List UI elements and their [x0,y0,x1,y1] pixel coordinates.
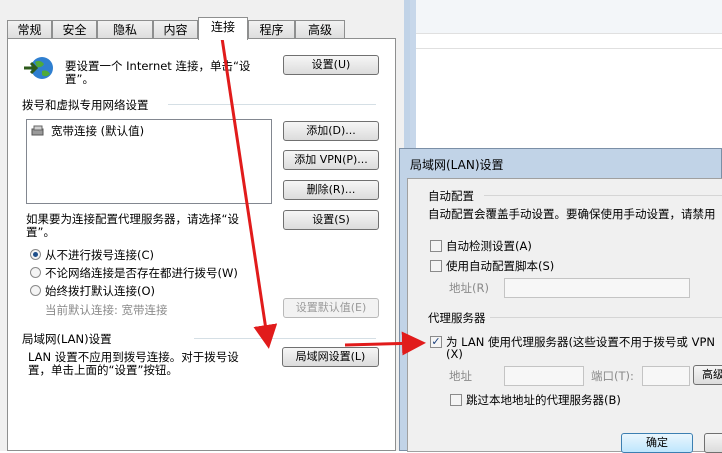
annotation-arrows [220,37,426,356]
tab-connections[interactable]: 连接 [198,17,248,40]
arrow-to-proxy-checkbox [344,331,426,356]
arrow-to-lan-button [220,37,278,349]
